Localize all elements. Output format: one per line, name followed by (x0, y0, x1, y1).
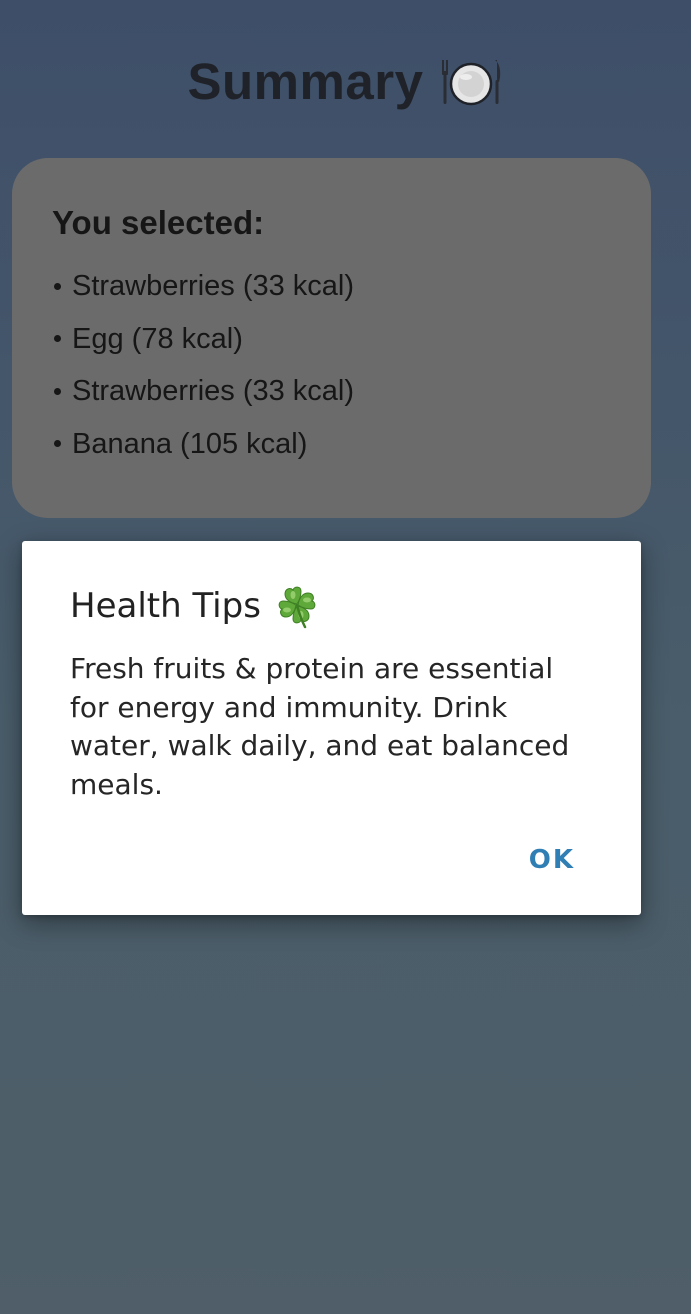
selection-heading: You selected: (52, 204, 265, 241)
list-item-label: Banana (105 kcal) (72, 427, 308, 460)
list-item: Strawberries (33 kcal) (52, 365, 611, 418)
list-item-label: Egg (78 kcal) (72, 322, 243, 355)
four-leaf-clover-icon (278, 586, 316, 629)
list-item-label: Strawberries (33 kcal) (72, 375, 355, 407)
dialog-message: Fresh fruits & protein are essential for… (70, 652, 570, 801)
bullet-icon (54, 387, 61, 395)
plate-cutlery-icon (442, 59, 501, 105)
bullet-icon (54, 335, 61, 343)
header: Summary (0, 52, 691, 111)
dialog-title: Health Tips (70, 586, 261, 626)
selection-summary-card: You selected: Strawberries (33 kcal) Egg… (12, 158, 651, 518)
page-title: Summary (187, 53, 424, 110)
list-item-label: Strawberries (33 kcal) (72, 270, 355, 302)
health-tips-dialog: Health Tips Fresh fruits & protein are e… (22, 541, 641, 915)
list-item: Egg (78 kcal) (52, 313, 611, 366)
list-item: Banana (105 kcal) (52, 418, 611, 471)
list-item: Strawberries (33 kcal) (52, 260, 611, 313)
ok-button[interactable]: OK (511, 837, 593, 883)
selected-items-list: Strawberries (33 kcal) Egg (78 kcal) Str… (52, 260, 611, 470)
dialog-header: Health Tips (70, 583, 319, 629)
bullet-icon (54, 282, 61, 290)
bullet-icon (54, 440, 61, 448)
